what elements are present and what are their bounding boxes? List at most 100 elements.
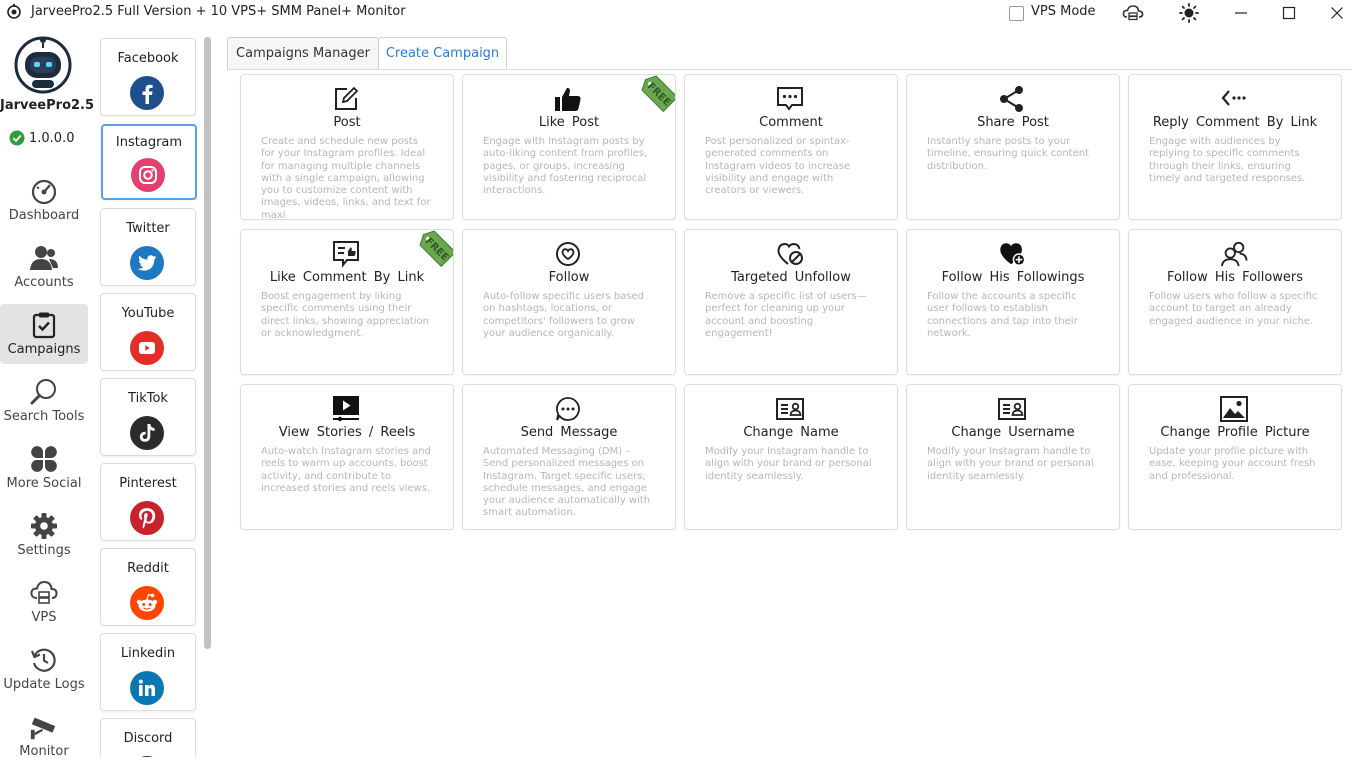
nav-monitor[interactable]: Monitor — [0, 706, 88, 766]
social-label: TikTok — [128, 391, 168, 406]
reply-arrow-icon — [1220, 85, 1248, 113]
campaign-title: Follow — [548, 270, 590, 285]
nav-label: Settings — [17, 543, 71, 558]
campaign-title: Change Name — [743, 425, 839, 440]
campaign-card-view-stories-reels[interactable]: View Stories / Reels Auto-watch Instagra… — [240, 384, 454, 530]
nav-search-tools[interactable]: Search Tools — [0, 371, 88, 431]
campaign-card-share-post[interactable]: Share Post Instantly share posts to your… — [906, 74, 1120, 220]
vps-mode-checkbox[interactable] — [1009, 6, 1024, 21]
social-linkedin[interactable]: Linkedin — [100, 633, 196, 711]
nav-label: More Social — [6, 476, 82, 491]
social-discord[interactable]: Discord — [100, 718, 196, 757]
tiktok-note-icon — [130, 416, 164, 450]
play-video-icon — [332, 395, 360, 423]
close-button[interactable] — [1326, 3, 1348, 23]
nav-label: Search Tools — [3, 409, 85, 424]
campaign-description: Automated Messaging (DM) – Send personal… — [483, 446, 651, 519]
campaign-description: Follow users who follow a specific accou… — [1149, 291, 1318, 327]
campaign-card-change-profile-picture[interactable]: Change Profile Picture Update your profi… — [1128, 384, 1342, 530]
campaign-description: Boost engagement by liking specific comm… — [261, 291, 429, 339]
pinterest-icon — [130, 501, 164, 535]
social-list-scrollbar[interactable] — [204, 37, 211, 649]
campaign-card-follow[interactable]: Follow Auto-follow specific users based … — [462, 229, 676, 375]
tab-campaigns-manager[interactable]: Campaigns Manager — [227, 37, 379, 70]
comment-bubble-icon — [776, 85, 804, 113]
check-circle-icon — [9, 130, 25, 146]
minimize-button[interactable] — [1230, 3, 1252, 23]
theme-toggle-button[interactable] — [1178, 3, 1200, 23]
campaign-description: Modify your Instagram handle to align wi… — [927, 446, 1094, 482]
nav-campaigns[interactable]: Campaigns — [0, 304, 88, 364]
campaign-title: View Stories / Reels — [278, 425, 416, 440]
social-reddit[interactable]: Reddit — [100, 548, 196, 626]
cloud-server-icon — [29, 578, 59, 608]
campaign-title: Reply Comment By Link — [1152, 115, 1318, 130]
social-label: Twitter — [126, 221, 170, 236]
nav-dashboard[interactable]: Dashboard — [0, 170, 88, 230]
campaign-card-send-message[interactable]: Send Message Automated Messaging (DM) – … — [462, 384, 676, 530]
social-tiktok[interactable]: TikTok — [100, 378, 196, 456]
heart-plus-icon — [998, 240, 1026, 268]
user-group-icon — [1220, 240, 1248, 268]
nav-more-social[interactable]: More Social — [0, 438, 88, 498]
nav-label: VPS — [31, 610, 57, 625]
social-network-list: Facebook Instagram Twitter YouTube TikTo… — [95, 34, 200, 757]
history-clock-icon — [29, 645, 59, 675]
campaign-card-like-comment-by-link[interactable]: FREE Like Comment By Link Boost engageme… — [240, 229, 454, 375]
campaign-card-comment[interactable]: Comment Post personalized or spintax-gen… — [684, 74, 898, 220]
campaign-description: Remove a specific list of users—perfect … — [705, 291, 867, 339]
social-youtube[interactable]: YouTube — [100, 293, 196, 371]
campaign-card-reply-comment-by-link[interactable]: Reply Comment By Link Engage with audien… — [1128, 74, 1342, 220]
nav-label: Campaigns — [7, 342, 81, 357]
id-card-icon — [998, 395, 1026, 423]
social-label: Facebook — [117, 51, 179, 66]
nav-settings[interactable]: Settings — [0, 505, 88, 565]
thumbs-up-icon — [554, 85, 582, 113]
nav-accounts[interactable]: Accounts — [0, 237, 88, 297]
cloud-sync-icon — [1122, 5, 1144, 21]
cloud-sync-button[interactable] — [1122, 3, 1144, 23]
campaigns-clipboard-icon — [29, 310, 59, 340]
four-leaf-grid-icon — [29, 444, 59, 474]
tab-create-campaign[interactable]: Create Campaign — [378, 37, 507, 70]
social-label: Instagram — [115, 135, 183, 150]
social-instagram[interactable]: Instagram — [101, 124, 197, 200]
free-badge-icon: FREE — [641, 75, 675, 113]
instagram-icon — [131, 158, 165, 192]
cctv-camera-icon — [29, 712, 59, 742]
sun-icon — [1179, 3, 1199, 23]
social-pinterest[interactable]: Pinterest — [100, 463, 196, 541]
social-label: Pinterest — [119, 476, 177, 491]
tab-divider — [227, 69, 1352, 70]
campaign-card-targeted-unfollow[interactable]: Targeted Unfollow Remove a specific list… — [684, 229, 898, 375]
campaign-description: Post personalized or spintax-generated c… — [705, 136, 851, 197]
youtube-play-icon — [130, 331, 164, 365]
campaign-title: Send Message — [520, 425, 618, 440]
campaign-card-change-name[interactable]: Change Name Modify your Instagram handle… — [684, 384, 898, 530]
campaign-title: Post — [333, 115, 361, 130]
campaign-card-change-username[interactable]: Change Username Modify your Instagram ha… — [906, 384, 1120, 530]
search-icon — [29, 377, 59, 407]
campaign-title: Share Post — [977, 115, 1049, 130]
twitter-bird-icon — [130, 246, 164, 280]
campaign-description: Engage with Instagram posts by auto-liki… — [483, 136, 648, 197]
nav-update-logs[interactable]: Update Logs — [0, 639, 88, 699]
heart-circle-icon — [554, 240, 582, 268]
social-twitter[interactable]: Twitter — [100, 208, 196, 286]
share-icon — [998, 85, 1026, 113]
campaign-title: Targeted Unfollow — [731, 270, 851, 285]
campaign-card-follow-his-followers[interactable]: Follow His Followers Follow users who fo… — [1128, 229, 1342, 375]
campaign-description: Modify your Instagram handle to align wi… — [705, 446, 872, 482]
social-label: Discord — [123, 731, 173, 746]
social-label: YouTube — [121, 306, 175, 321]
campaign-card-post[interactable]: Post Create and schedule new posts for y… — [240, 74, 454, 220]
social-facebook[interactable]: Facebook — [100, 38, 196, 116]
nav-vps[interactable]: VPS — [0, 572, 88, 632]
campaign-card-follow-his-followings[interactable]: Follow His Followings Follow the account… — [906, 229, 1120, 375]
id-card-icon — [776, 395, 804, 423]
maximize-button[interactable] — [1278, 3, 1300, 23]
linkedin-icon — [130, 671, 164, 705]
campaign-description: Auto-watch Instagram stories and reels t… — [261, 446, 431, 494]
window-title: JarveePro2.5 Full Version + 10 VPS+ SMM … — [31, 4, 406, 19]
campaign-card-like-post[interactable]: FREE Like Post Engage with Instagram pos… — [462, 74, 676, 220]
